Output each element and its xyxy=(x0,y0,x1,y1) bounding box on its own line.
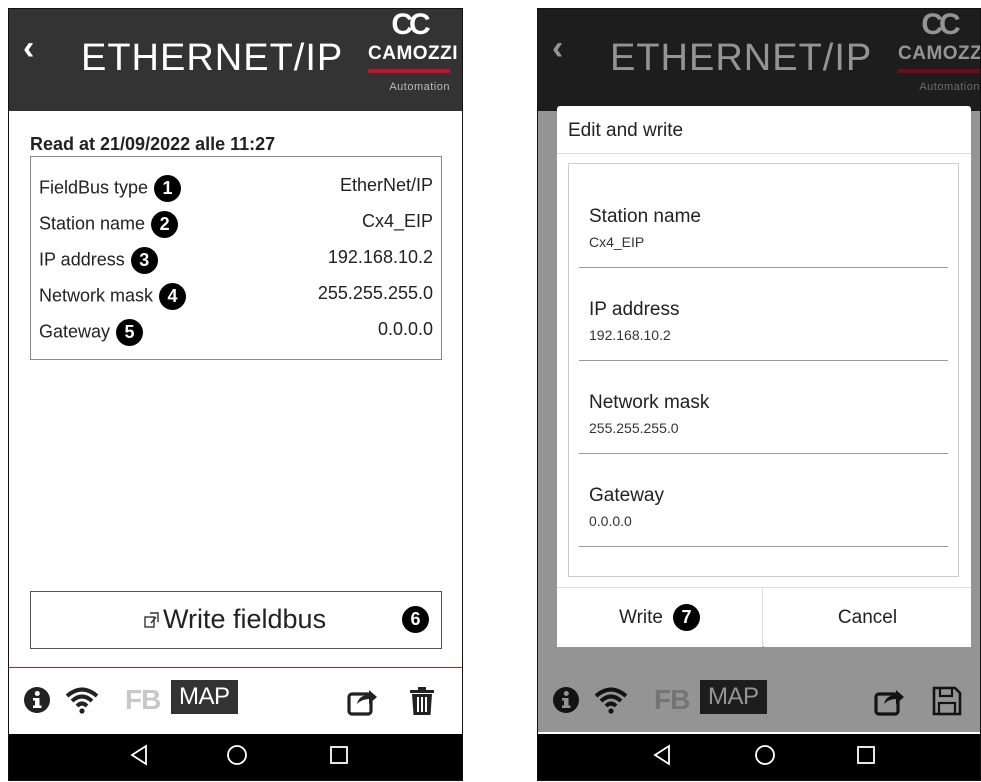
write-button[interactable]: Write 7 xyxy=(557,588,763,647)
write-fieldbus-label: Write fieldbus xyxy=(163,604,327,634)
field-value: Cx4_EIP xyxy=(361,211,433,231)
field-label: Network mask 4 xyxy=(39,283,187,310)
field-row-station-name: Station name 2 Cx4_EIP xyxy=(39,207,433,238)
field-underline xyxy=(579,453,948,454)
field-underline xyxy=(579,546,948,547)
edit-field-value[interactable]: 0.0.0.0 xyxy=(589,513,632,529)
fb-button[interactable]: FB xyxy=(125,686,161,714)
divider xyxy=(557,153,971,154)
field-underline xyxy=(579,360,948,361)
main-screen: ‹ ETHERNET/IP CC CAMOZZI Automation Read… xyxy=(8,8,463,781)
android-nav-bar xyxy=(538,734,980,780)
callout-badge: 1 xyxy=(154,175,182,202)
share-icon[interactable] xyxy=(347,686,379,721)
field-row-gateway: Gateway 5 0.0.0.0 xyxy=(39,315,433,346)
nav-back-icon[interactable] xyxy=(652,744,672,771)
back-button[interactable]: ‹ xyxy=(23,31,34,65)
fieldbus-info-box: FieldBus type 1 EtherNet/IP Station name 2… xyxy=(30,156,442,360)
callout-badge: 3 xyxy=(130,247,158,274)
edit-copy-icon xyxy=(143,611,161,634)
field-value: 255.255.255.0 xyxy=(317,283,433,303)
nav-recents-icon[interactable] xyxy=(329,744,349,771)
edit-field-value[interactable]: 255.255.255.0 xyxy=(589,420,679,436)
dialog-fields: Station name Cx4_EIP IP address 192.168.… xyxy=(568,163,959,577)
field-label: FieldBus type 1 xyxy=(39,175,182,202)
field-label: Station name 2 xyxy=(39,211,179,238)
bottom-toolbar: FB MAP xyxy=(9,668,462,734)
callout-badge: 7 xyxy=(672,604,700,632)
edit-field-label: IP address xyxy=(589,299,680,320)
field-label: Gateway 5 xyxy=(39,319,144,346)
field-row-ip-address: IP address 3 192.168.10.2 xyxy=(39,243,433,274)
map-button[interactable]: MAP xyxy=(171,680,238,714)
callout-badge: 6 xyxy=(402,606,429,633)
callout-badge: 5 xyxy=(116,319,144,346)
brand-bar xyxy=(368,69,450,73)
page-title: ETHERNET/IP xyxy=(81,37,344,79)
edit-screen: ‹ ETHERNET/IP CC CAMOZZI Automation FB M… xyxy=(537,8,981,781)
field-value: EtherNet/IP xyxy=(339,175,433,195)
edit-field-label: Network mask xyxy=(589,392,710,413)
camozzi-mark-icon: CC xyxy=(391,8,430,41)
field-row-network-mask: Network mask 4 255.255.255.0 xyxy=(39,279,433,310)
field-value: 0.0.0.0 xyxy=(377,319,433,339)
callout-badge: 2 xyxy=(151,211,179,238)
nav-home-icon[interactable] xyxy=(754,744,776,771)
edit-field-value[interactable]: 192.168.10.2 xyxy=(589,327,671,343)
read-timestamp: Read at 21/09/2022 alle 11:27 xyxy=(30,134,276,154)
nav-recents-icon[interactable] xyxy=(856,744,876,771)
callout-badge: 4 xyxy=(159,283,187,310)
field-underline xyxy=(579,267,948,268)
dialog-actions: Write 7 Cancel xyxy=(557,587,971,647)
edit-field-station-name[interactable]: Station name Cx4_EIP xyxy=(569,164,958,257)
edit-field-value[interactable]: Cx4_EIP xyxy=(589,234,644,250)
nav-back-icon[interactable] xyxy=(129,744,149,771)
dialog-title: Edit and write xyxy=(568,120,684,141)
brand-name: CAMOZZI xyxy=(368,43,459,64)
edit-field-gateway[interactable]: Gateway 0.0.0.0 xyxy=(569,443,958,536)
info-icon[interactable] xyxy=(23,686,51,719)
field-row-fieldbus-type: FieldBus type 1 EtherNet/IP xyxy=(39,171,433,202)
brand-subtitle: Automation xyxy=(389,81,450,93)
wifi-icon[interactable] xyxy=(65,686,99,719)
cancel-button[interactable]: Cancel xyxy=(764,588,971,647)
edit-field-label: Station name xyxy=(589,206,701,227)
edit-write-dialog: Edit and write Station name Cx4_EIP IP a… xyxy=(557,106,971,647)
app-header: ‹ ETHERNET/IP CC CAMOZZI Automation xyxy=(9,9,462,111)
nav-home-icon[interactable] xyxy=(226,744,248,771)
edit-field-ip-address[interactable]: IP address 192.168.10.2 xyxy=(569,257,958,350)
field-value: 192.168.10.2 xyxy=(327,247,433,267)
write-fieldbus-button[interactable]: Write fieldbus 6 xyxy=(30,591,442,649)
trash-icon[interactable] xyxy=(409,686,435,721)
android-nav-bar xyxy=(9,734,462,780)
camozzi-logo: CC CAMOZZI Automation xyxy=(368,8,459,101)
field-label: IP address 3 xyxy=(39,247,158,274)
edit-field-label: Gateway xyxy=(589,485,664,506)
edit-field-network-mask[interactable]: Network mask 255.255.255.0 xyxy=(569,350,958,443)
